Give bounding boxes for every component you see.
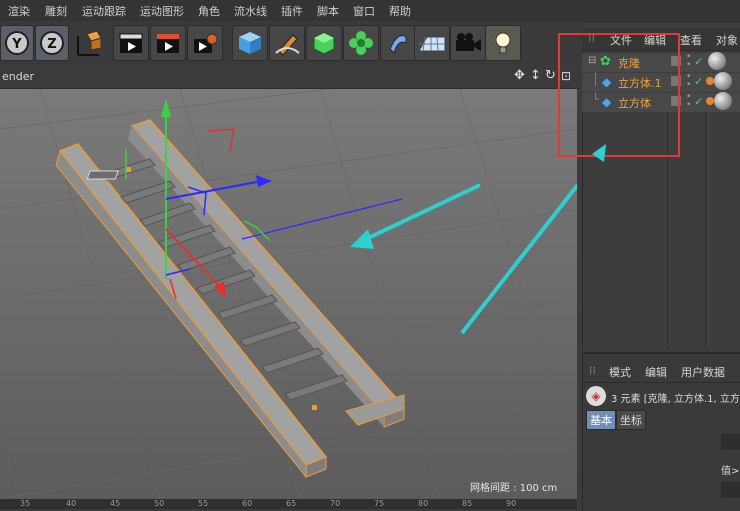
coordinate-system-button[interactable] (70, 25, 106, 61)
floor-object-button[interactable] (414, 25, 450, 61)
ruler-tick: 90 (506, 499, 517, 508)
ruler-tick: 50 (154, 499, 165, 508)
timeline-ruler[interactable]: 35 40 45 50 55 60 65 70 75 80 85 90 (0, 499, 577, 509)
render-view-button[interactable] (113, 25, 149, 61)
selection-summary: 3 元素 [克隆, 立方体.1, 立方 (611, 394, 740, 405)
ruler-tick: 85 (462, 499, 473, 508)
viewport-header: ender ✥ ↕ ↻ ⊡ (0, 66, 580, 89)
ruler-tick: 75 (374, 499, 385, 508)
clapper-gear-icon (194, 33, 218, 53)
ruler-tick: 40 (66, 499, 77, 508)
enabled-check-icon[interactable]: ✓ (694, 95, 703, 108)
visibility-dots-icon[interactable]: • • (686, 73, 691, 90)
ruler-tick: 70 (330, 499, 341, 508)
enabled-check-icon[interactable]: ✓ (694, 75, 703, 88)
render-region-button[interactable] (150, 25, 186, 61)
material-tag-icon[interactable] (714, 92, 732, 110)
tab-view[interactable]: 查看 (680, 32, 702, 48)
pen-tool-button[interactable] (269, 25, 305, 61)
visibility-dots-icon[interactable]: • • (686, 53, 691, 70)
ruler-tick: 80 (418, 499, 429, 508)
value-field[interactable] (721, 434, 740, 450)
axis-z-button[interactable]: Z (35, 25, 69, 61)
attribute-manager-panel: ⁞⁞ 模式 编辑 用户数据 ◈ 3 元素 [克隆, 立方体.1, 立方 基本 坐… (582, 352, 740, 511)
tab-user-data[interactable]: 用户数据 (681, 364, 725, 380)
value-field[interactable] (721, 482, 740, 498)
material-tag-icon[interactable] (708, 52, 726, 70)
value-label: 值> (721, 466, 740, 477)
ruler-tick: 60 (242, 499, 253, 508)
menu-help[interactable]: 帮助 (389, 3, 411, 19)
viewport-scene (0, 89, 577, 499)
tag-icon[interactable] (706, 77, 714, 85)
tab-mode[interactable]: 模式 (609, 364, 631, 380)
panel-grip-icon[interactable]: ⁞⁞ (589, 364, 596, 377)
menu-tracking[interactable]: 运动跟踪 (82, 3, 126, 19)
light-object-button[interactable] (485, 25, 521, 61)
move-view-icon[interactable]: ✥ (514, 68, 525, 83)
subdivision-cube-icon (313, 32, 335, 55)
rotate-view-icon[interactable]: ↻ (545, 68, 556, 83)
menu-script[interactable]: 脚本 (317, 3, 339, 19)
render-settings-button[interactable] (187, 25, 223, 61)
ruler-tick: 55 (198, 499, 209, 508)
ruler-tick: 35 (20, 499, 31, 508)
menu-sculpt[interactable]: 雕刻 (45, 3, 67, 19)
bend-deformer-icon (389, 35, 407, 54)
menu-render[interactable]: 渲染 (8, 3, 30, 19)
menu-bar: 渲染 雕刻 运动跟踪 运动图形 角色 流水线 插件 脚本 窗口 帮助 (0, 0, 740, 22)
main-toolbar: Y Z (0, 21, 582, 65)
cloner-flower-icon (349, 31, 373, 55)
clapper-region-icon (157, 34, 179, 53)
tab-edit[interactable]: 编辑 (645, 364, 667, 380)
deformer-button[interactable] (380, 25, 416, 61)
material-tag-icon[interactable] (714, 72, 732, 90)
tab-object[interactable]: 对象 (716, 32, 738, 48)
ruler-tick: 65 (286, 499, 297, 508)
enabled-check-icon[interactable]: ✓ (694, 55, 703, 68)
cube-icon (239, 32, 261, 54)
axis-y-button[interactable]: Y (0, 25, 34, 61)
grid-spacing-label: 网格间距 : 100 cm (470, 483, 558, 494)
lightbulb-icon (495, 32, 511, 54)
floor-grid-icon (418, 36, 446, 52)
mograph-cloner-button[interactable] (343, 25, 379, 61)
cube-object-button[interactable] (232, 25, 268, 61)
ruler-tick: 45 (110, 499, 121, 508)
divider (583, 382, 740, 383)
pen-icon (275, 34, 300, 56)
axis-z-label: Z (47, 37, 56, 52)
menu-plugins[interactable]: 插件 (281, 3, 303, 19)
tab-basic[interactable]: 基本 (586, 410, 616, 430)
tab-coordinates[interactable]: 坐标 (616, 410, 646, 430)
dolly-view-icon[interactable]: ↕ (530, 68, 541, 83)
tag-icon[interactable] (706, 97, 714, 105)
camera-object-button[interactable] (450, 25, 486, 61)
clapper-icon (119, 33, 143, 53)
annotation-arrowhead (592, 144, 606, 162)
visibility-dots-icon[interactable]: • • (686, 93, 691, 110)
multi-object-icon: ◈ (586, 386, 606, 406)
menu-pipeline[interactable]: 流水线 (234, 3, 267, 19)
camera-icon (456, 33, 481, 51)
selection-highlight-box (558, 33, 680, 157)
3d-viewport[interactable]: 网格间距 : 100 cm (0, 89, 577, 499)
coordinate-system-icon (77, 30, 102, 56)
menu-character[interactable]: 角色 (198, 3, 220, 19)
viewport-menu-render[interactable]: ender (2, 70, 34, 83)
axis-y-label: Y (11, 37, 22, 52)
menu-window[interactable]: 窗口 (353, 3, 375, 19)
menu-mograph[interactable]: 运动图形 (140, 3, 184, 19)
subdivision-button[interactable] (306, 25, 342, 61)
